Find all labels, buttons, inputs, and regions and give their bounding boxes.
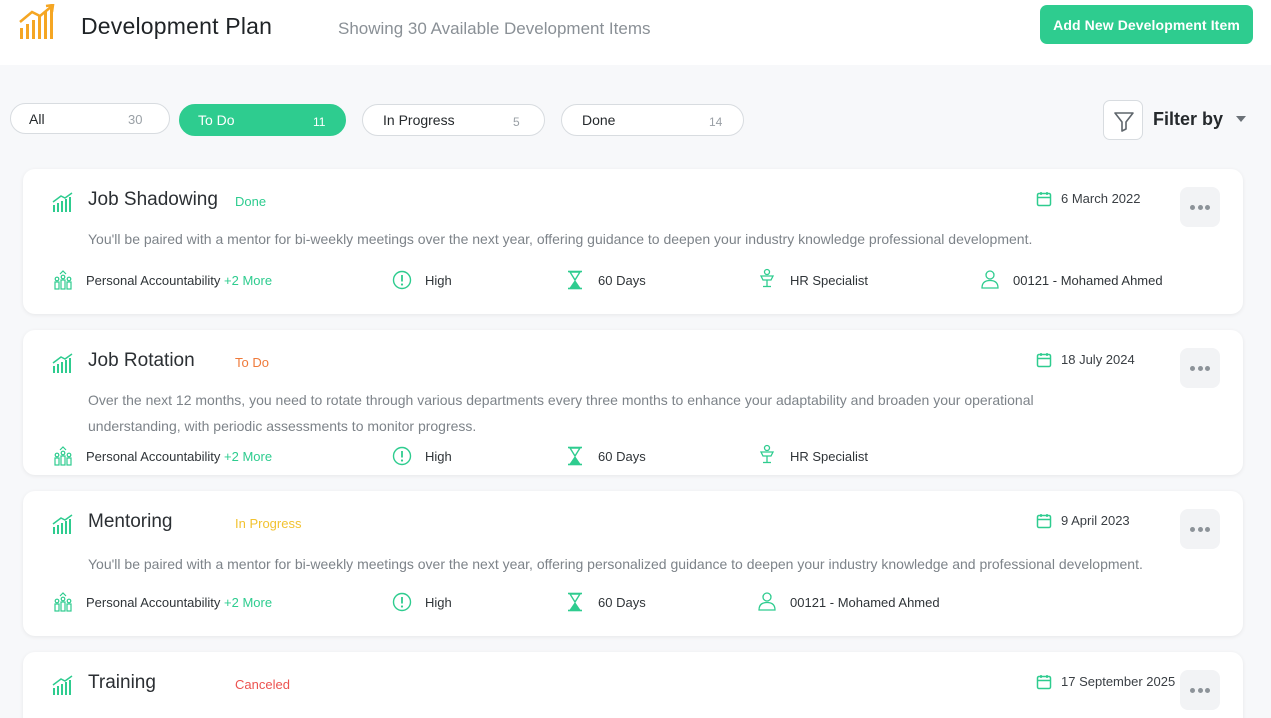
growth-chart-icon	[52, 353, 73, 373]
assignee-label: 00121 - Mohamed Ahmed	[1013, 273, 1163, 288]
hourglass-icon	[568, 446, 582, 466]
filter-tab-count: 5	[513, 115, 520, 129]
filter-tab-count: 14	[709, 115, 723, 129]
item-description: You'll be paired with a mentor for bi-we…	[88, 231, 1033, 247]
duration-label: 60 Days	[598, 595, 646, 610]
duration-label: 60 Days	[598, 273, 646, 288]
filter-tab-todo[interactable]: To Do 11	[179, 104, 346, 136]
growth-chart-icon	[52, 514, 73, 534]
filter-tab-label: Done	[582, 112, 616, 128]
priority-label: High	[425, 449, 452, 464]
development-item-card[interactable]: Training Canceled 17 September 2025	[23, 652, 1243, 718]
chevron-down-icon[interactable]	[1236, 116, 1246, 122]
more-competencies-link[interactable]: +2 More	[224, 449, 272, 464]
filter-tab-in-progress[interactable]: In Progress 5	[362, 104, 545, 136]
item-description: You'll be paired with a mentor for bi-we…	[88, 556, 1143, 572]
calendar-icon	[1036, 192, 1052, 207]
mentor-podium-icon	[759, 444, 775, 464]
filter-tab-count: 11	[313, 115, 326, 129]
competency-label: Personal Accountability	[86, 449, 221, 464]
add-development-item-button[interactable]: Add New Development Item	[1040, 5, 1253, 44]
status-badge: Canceled	[235, 677, 290, 692]
filter-button[interactable]	[1103, 100, 1143, 140]
people-growth-icon	[54, 446, 72, 466]
competency-label: Personal Accountability	[86, 273, 221, 288]
more-competencies-link[interactable]: +2 More	[224, 595, 272, 610]
user-icon	[981, 270, 999, 289]
funnel-icon	[1114, 112, 1134, 132]
item-date: 18 July 2024	[1061, 352, 1135, 367]
status-badge: Done	[235, 194, 267, 209]
item-title: Job Rotation	[88, 350, 195, 371]
people-growth-icon	[54, 592, 72, 612]
people-growth-icon	[54, 270, 72, 290]
page-subtitle: Showing 30 Available Development Items	[338, 19, 651, 38]
growth-chart-icon	[52, 192, 73, 212]
priority-label: High	[425, 595, 452, 610]
page-title: Development Plan	[81, 13, 273, 39]
more-options-button[interactable]	[1180, 509, 1220, 549]
growth-chart-icon	[52, 675, 73, 695]
duration-label: 60 Days	[598, 449, 646, 464]
filter-by-label[interactable]: Filter by	[1153, 109, 1223, 130]
mentor-podium-icon	[759, 268, 775, 288]
development-item-card[interactable]: Job Rotation To Do 18 July 2024 Over the…	[23, 330, 1243, 475]
filter-tab-count: 30	[128, 112, 143, 127]
growth-chart-logo-icon	[19, 4, 55, 39]
calendar-icon	[1036, 353, 1052, 368]
item-date: 17 September 2025	[1061, 674, 1176, 689]
user-icon	[758, 592, 776, 611]
role-label: HR Specialist	[790, 449, 869, 464]
development-item-card[interactable]: Mentoring In Progress 9 April 2023 You'l…	[23, 491, 1243, 636]
role-label: HR Specialist	[790, 273, 869, 288]
calendar-icon	[1036, 675, 1052, 690]
development-item-card[interactable]: Job Shadowing Done 6 March 2022 You'll b…	[23, 169, 1243, 314]
hourglass-icon	[568, 592, 582, 612]
filter-tab-done[interactable]: Done 14	[561, 104, 744, 136]
calendar-icon	[1036, 514, 1052, 529]
top-bar: Development Plan Showing 30 Available De…	[0, 0, 1271, 65]
more-options-button[interactable]	[1180, 348, 1220, 388]
item-title: Job Shadowing	[88, 189, 218, 210]
priority-alert-icon	[392, 592, 412, 612]
priority-alert-icon	[392, 446, 412, 466]
priority-alert-icon	[392, 270, 412, 290]
item-title: Mentoring	[88, 511, 173, 532]
more-options-button[interactable]	[1180, 187, 1220, 227]
status-badge: To Do	[235, 355, 269, 370]
item-title: Training	[88, 672, 156, 693]
item-date: 6 March 2022	[1061, 191, 1141, 206]
competency-label: Personal Accountability	[86, 595, 221, 610]
filter-tab-all[interactable]: All 30	[10, 103, 170, 134]
priority-label: High	[425, 273, 452, 288]
more-options-button[interactable]	[1180, 670, 1220, 710]
assignee-label: 00121 - Mohamed Ahmed	[790, 595, 940, 610]
hourglass-icon	[568, 270, 582, 290]
filter-tab-label: To Do	[198, 112, 235, 128]
more-competencies-link[interactable]: +2 More	[224, 273, 272, 288]
status-badge: In Progress	[235, 516, 302, 531]
filter-tab-label: In Progress	[383, 112, 455, 128]
item-date: 9 April 2023	[1061, 513, 1130, 528]
filter-tab-label: All	[29, 111, 45, 127]
item-description: Over the next 12 months, you need to rot…	[88, 392, 1034, 434]
